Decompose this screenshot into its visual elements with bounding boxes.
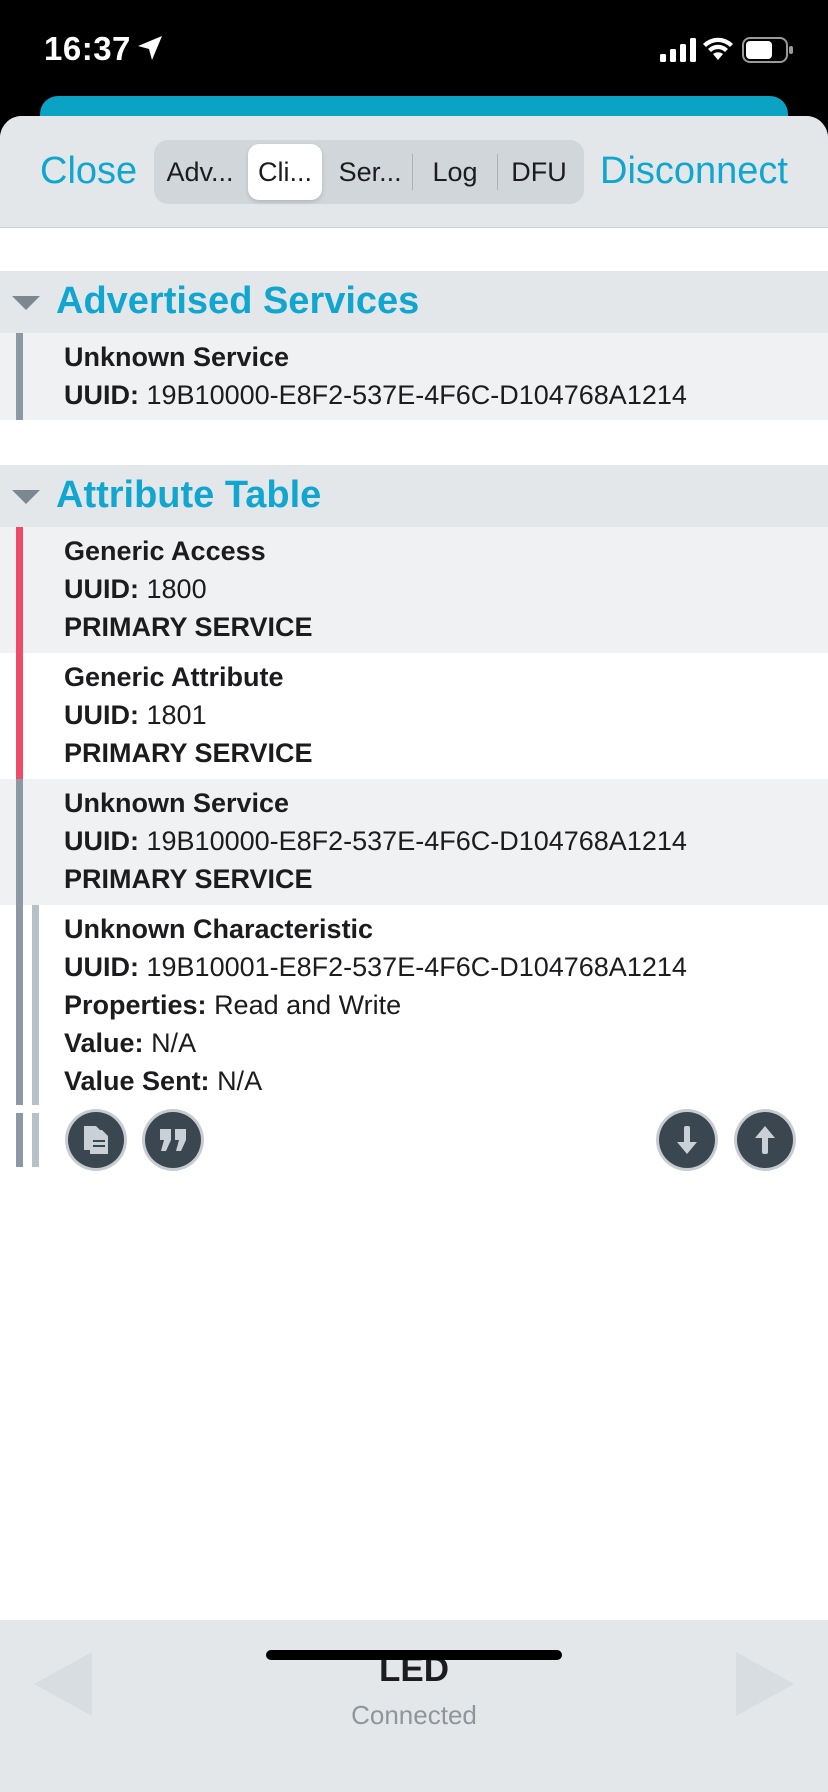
read-button[interactable]: [659, 1112, 715, 1168]
advertised-service-row[interactable]: Unknown Service UUID: 19B10000-E8F2-537E…: [0, 333, 828, 420]
connection-status: Connected: [351, 1700, 477, 1730]
write-button[interactable]: [737, 1112, 793, 1168]
service-uuid: UUID: 19B10000-E8F2-537E-4F6C-D104768A12…: [64, 380, 687, 410]
attribute-name: Generic Access: [64, 536, 266, 566]
tab-log[interactable]: Log: [413, 144, 497, 200]
attribute-uuid: UUID: 1800: [64, 574, 207, 604]
service-indicator-bar: [16, 779, 23, 905]
wifi-icon: [703, 37, 733, 60]
status-time: 16:37: [44, 30, 131, 67]
device-sheet: Close Adv... Cli... Ser... Log DFU Disco…: [0, 116, 828, 1792]
characteristic-uuid: UUID: 19B10001-E8F2-537E-4F6C-D104768A12…: [64, 952, 687, 982]
next-device-arrow-icon[interactable]: [736, 1652, 794, 1716]
attribute-name: Generic Attribute: [64, 662, 284, 692]
service-indicator-bar: [16, 333, 23, 420]
service-indicator-bar: [16, 653, 23, 779]
tab-client[interactable]: Cli...: [247, 144, 323, 200]
service-indicator-bar: [16, 905, 23, 1105]
cellular-signal-icon: [660, 38, 696, 62]
location-arrow-icon: [138, 36, 162, 60]
close-button[interactable]: Close: [40, 150, 137, 193]
arrow-up-icon: [755, 1126, 775, 1154]
characteristic-properties: Properties: Read and Write: [64, 990, 402, 1020]
characteristic-actions-row: [0, 1105, 828, 1175]
nav-bar: Close Adv... Cli... Ser... Log DFU Disco…: [0, 116, 828, 228]
characteristic-name: Unknown Characteristic: [64, 914, 374, 944]
section-header-advertised[interactable]: Advertised Services: [0, 271, 828, 333]
tab-advertisement[interactable]: Adv...: [158, 144, 242, 200]
attribute-uuid: UUID: 1801: [64, 700, 207, 730]
characteristic-indicator-bar: [32, 905, 39, 1105]
copy-button[interactable]: [68, 1112, 124, 1168]
service-indicator-bar: [16, 527, 23, 653]
characteristic-row[interactable]: Unknown Characteristic UUID: 19B10001-E8…: [0, 905, 828, 1105]
tab-server[interactable]: Ser...: [328, 144, 412, 200]
attribute-uuid: UUID: 19B10000-E8F2-537E-4F6C-D104768A12…: [64, 826, 687, 856]
tab-segmented-control: Adv... Cli... Ser... Log DFU: [154, 140, 584, 204]
format-button[interactable]: [145, 1112, 201, 1168]
characteristic-value-sent: Value Sent: N/A: [64, 1066, 263, 1096]
service-name: Unknown Service: [64, 342, 290, 372]
disclosure-triangle-icon: [12, 490, 40, 504]
characteristic-indicator-bar: [32, 1113, 39, 1167]
device-footer: LED Connected: [0, 1620, 828, 1792]
disclosure-triangle-icon: [12, 296, 40, 310]
status-bar: 16:37: [0, 0, 828, 100]
copy-icon: [84, 1126, 108, 1154]
characteristic-value: Value: N/A: [64, 1028, 197, 1058]
attribute-type: PRIMARY SERVICE: [64, 738, 313, 768]
section-title: Attribute Table: [56, 474, 322, 516]
attribute-name: Unknown Service: [64, 788, 290, 818]
section-title: Advertised Services: [56, 280, 420, 322]
tab-dfu[interactable]: DFU: [498, 144, 580, 200]
attribute-row[interactable]: Unknown Service UUID: 19B10000-E8F2-537E…: [0, 779, 828, 905]
home-indicator[interactable]: [266, 1650, 562, 1660]
attribute-type: PRIMARY SERVICE: [64, 612, 313, 642]
battery-icon: [742, 37, 793, 63]
attribute-type: PRIMARY SERVICE: [64, 864, 313, 894]
section-header-attribute-table[interactable]: Attribute Table: [0, 465, 828, 527]
service-indicator-bar: [16, 1113, 23, 1167]
disconnect-button[interactable]: Disconnect: [600, 150, 788, 193]
attribute-row[interactable]: Generic Access UUID: 1800 PRIMARY SERVIC…: [0, 527, 828, 653]
quote-icon: [160, 1129, 186, 1151]
attribute-row[interactable]: Generic Attribute UUID: 1801 PRIMARY SER…: [0, 653, 828, 779]
arrow-down-icon: [677, 1126, 697, 1154]
